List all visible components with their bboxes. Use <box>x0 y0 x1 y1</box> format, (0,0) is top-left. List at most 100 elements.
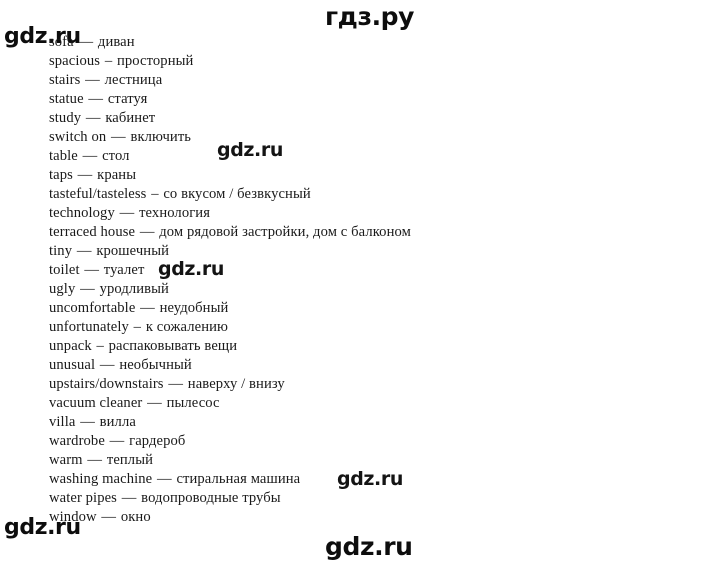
vocabulary-separator: — <box>87 452 103 468</box>
vocabulary-separator: — <box>76 243 92 259</box>
vocabulary-term: villa <box>49 414 76 430</box>
vocabulary-entry: wardrobe — гардероб <box>49 432 689 451</box>
vocabulary-translation: теплый <box>106 452 154 468</box>
vocabulary-translation: дом рядовой застройки, дом с балконом <box>159 224 411 240</box>
vocabulary-separator: — <box>139 224 155 240</box>
vocabulary-translation: просторный <box>116 53 194 69</box>
vocabulary-term: terraced house <box>49 224 136 240</box>
vocabulary-term: toilet <box>49 262 80 278</box>
vocabulary-list: sofa — диван spacious – просторный stairs … <box>49 33 689 527</box>
vocabulary-term: statue <box>49 91 84 107</box>
vocabulary-separator: – <box>96 338 104 354</box>
vocabulary-separator: — <box>99 357 115 373</box>
vocabulary-translation: статуя <box>107 91 148 107</box>
vocabulary-entry: unfortunately – к сожалению <box>49 318 689 337</box>
vocabulary-term: spacious <box>49 53 101 69</box>
vocabulary-term: window <box>49 509 97 525</box>
vocabulary-translation: кабинет <box>105 110 156 126</box>
vocabulary-translation: со вкусом / безвкусный <box>163 186 311 202</box>
vocabulary-entry: unpack – распаковывать вещи <box>49 337 689 356</box>
vocabulary-separator: — <box>121 490 137 506</box>
vocabulary-term: tiny <box>49 243 73 259</box>
vocabulary-translation: включить <box>130 129 192 145</box>
vocabulary-entry: unusual — необычный <box>49 356 689 375</box>
vocabulary-entry: taps — краны <box>49 166 689 185</box>
vocabulary-entry: tiny — крошечный <box>49 242 689 261</box>
vocabulary-translation: технология <box>139 205 211 221</box>
vocabulary-separator: — <box>80 281 95 297</box>
watermark-middle-3: gdz.ru <box>337 468 403 490</box>
vocabulary-separator: — <box>147 395 162 411</box>
watermark-top-right: гдз.ру <box>325 2 415 31</box>
vocabulary-term: upstairs/downstairs <box>49 376 164 392</box>
vocabulary-separator: — <box>77 167 93 183</box>
vocabulary-entry: upstairs/downstairs — наверху / внизу <box>49 375 689 394</box>
vocabulary-separator: — <box>140 300 155 316</box>
vocabulary-separator: — <box>111 129 126 145</box>
vocabulary-entry: stairs — лестница <box>49 71 689 90</box>
vocabulary-separator: – <box>133 319 142 335</box>
vocabulary-separator: — <box>80 414 95 430</box>
vocabulary-term: ugly <box>49 281 76 297</box>
vocabulary-separator: — <box>119 205 135 221</box>
vocabulary-entry: terraced house — дом рядовой застройки, … <box>49 223 689 242</box>
vocabulary-translation: диван <box>97 34 135 50</box>
vocabulary-translation: наверху / внизу <box>187 376 285 392</box>
vocabulary-entry: sofa — диван <box>49 33 689 52</box>
vocabulary-term: wardrobe <box>49 433 105 449</box>
vocabulary-translation: гардероб <box>129 433 186 449</box>
vocabulary-translation: пылесос <box>166 395 220 411</box>
vocabulary-entry: vacuum cleaner — пылесос <box>49 394 689 413</box>
vocabulary-term: technology <box>49 205 115 221</box>
vocabulary-separator: — <box>109 433 125 449</box>
vocabulary-separator: — <box>88 91 104 107</box>
vocabulary-entry: window — окно <box>49 508 689 527</box>
vocabulary-entry: water pipes — водопроводные трубы <box>49 489 689 508</box>
vocabulary-translation: стол <box>102 148 130 164</box>
vocabulary-term: warm <box>49 452 83 468</box>
vocabulary-separator: — <box>85 72 100 88</box>
vocabulary-term: sofa <box>49 34 74 50</box>
vocabulary-entry: table — стол <box>49 147 689 166</box>
vocabulary-entry: spacious – просторный <box>49 52 689 71</box>
watermark-middle-1: gdz.ru <box>217 139 283 161</box>
vocabulary-term: stairs <box>49 72 81 88</box>
vocabulary-term: taps <box>49 167 73 183</box>
vocabulary-translation: неудобный <box>159 300 229 316</box>
vocabulary-entry: toilet — туалет <box>49 261 689 280</box>
vocabulary-separator: – <box>104 53 113 69</box>
vocabulary-term: vacuum cleaner <box>49 395 143 411</box>
vocabulary-separator: — <box>156 471 172 487</box>
vocabulary-term: switch on <box>49 129 107 145</box>
page-canvas: гдз.ру gdz.ru sofa — диван spacious – про… <box>0 0 720 568</box>
vocabulary-translation: крошечный <box>96 243 170 259</box>
vocabulary-term: uncomfortable <box>49 300 136 316</box>
vocabulary-separator: – <box>151 186 159 202</box>
vocabulary-term: unfortunately <box>49 319 129 335</box>
vocabulary-entry: ugly — уродливый <box>49 280 689 299</box>
vocabulary-term: tasteful/tasteless <box>49 186 147 202</box>
vocabulary-entry: villa — вилла <box>49 413 689 432</box>
vocabulary-separator: — <box>84 262 100 278</box>
vocabulary-separator: — <box>101 509 117 525</box>
vocabulary-term: washing machine <box>49 471 153 487</box>
vocabulary-translation: вилла <box>99 414 136 430</box>
vocabulary-entry: technology — технология <box>49 204 689 223</box>
vocabulary-translation: к сожалению <box>145 319 229 335</box>
vocabulary-separator: — <box>168 376 184 392</box>
vocabulary-separator: — <box>78 34 94 50</box>
vocabulary-separator: — <box>85 110 101 126</box>
vocabulary-translation: распаковывать вещи <box>108 338 238 354</box>
watermark-middle-2: gdz.ru <box>158 258 224 280</box>
vocabulary-entry: study — кабинет <box>49 109 689 128</box>
vocabulary-term: water pipes <box>49 490 117 506</box>
vocabulary-translation: краны <box>97 167 137 183</box>
vocabulary-translation: окно <box>120 509 151 525</box>
vocabulary-entry: statue — статуя <box>49 90 689 109</box>
vocabulary-separator: — <box>82 148 98 164</box>
vocabulary-translation: водопроводные трубы <box>141 490 281 506</box>
vocabulary-translation: туалет <box>103 262 145 278</box>
vocabulary-term: unusual <box>49 357 96 373</box>
vocabulary-translation: стиральная машина <box>176 471 301 487</box>
watermark-bottom-middle: gdz.ru <box>325 532 413 561</box>
